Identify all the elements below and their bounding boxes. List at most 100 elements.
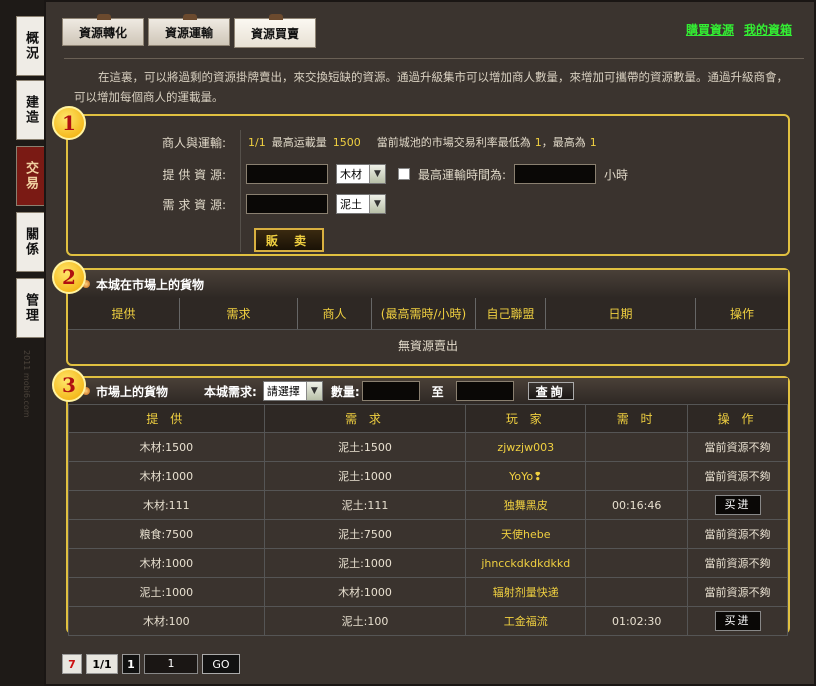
buy-button[interactable]: 买进 bbox=[714, 611, 761, 631]
cell-text: 泥土:1000 bbox=[338, 557, 392, 570]
rate-text-1: 當前城池的市場交易利率最低為 bbox=[376, 136, 531, 149]
side-nav: 概況 建造 交易 關係 管理 2011 mobi6.com bbox=[0, 0, 44, 686]
page-input[interactable]: 1 bbox=[144, 654, 198, 674]
action-cell: 當前資源不夠 bbox=[687, 548, 788, 578]
cell-text: 木材:1000 bbox=[139, 557, 194, 570]
offer-amount-input[interactable] bbox=[246, 164, 328, 184]
cell-text: 木材:1500 bbox=[139, 441, 194, 454]
side-tab-manage[interactable]: 管理 bbox=[16, 278, 44, 338]
offer-resource-select[interactable]: 木材 ▼ bbox=[336, 164, 386, 184]
need-resource-select[interactable]: 泥土 ▼ bbox=[336, 194, 386, 214]
column-header: 需求 bbox=[180, 298, 298, 329]
query-button[interactable]: 查詢 bbox=[527, 382, 574, 400]
cell-text: 独舞黑皮 bbox=[503, 499, 548, 512]
table-row: 粮食:7500 泥土:7500 天使hebe 當前資源不夠 bbox=[68, 519, 788, 549]
max-time-input[interactable] bbox=[514, 164, 597, 184]
column-header: 操 作 bbox=[687, 404, 788, 433]
qty-min-input[interactable] bbox=[361, 381, 420, 401]
max-time-label: 最高運輸時間為: bbox=[418, 167, 507, 182]
own-goods-panel: 2 本城在市場上的貨物 提供 需求 商人 (最高需時/小時) 自己聯盟 日期 操… bbox=[52, 260, 790, 366]
max-time-checkbox[interactable] bbox=[398, 168, 410, 180]
table-cell: 木材:1500 bbox=[68, 432, 265, 462]
own-goods-header: 本城在市場上的貨物 bbox=[68, 270, 788, 298]
section-title: 市場上的貨物 bbox=[96, 384, 169, 399]
sell-button[interactable]: 販 卖 bbox=[254, 228, 324, 252]
cell-text: 泥土:100 bbox=[341, 615, 389, 628]
rate-max: 1 bbox=[589, 135, 597, 149]
market-header: 市場上的貨物 本城需求: 請選擇 ▼ 數量: 至 查詢 bbox=[68, 378, 788, 404]
qty-label: 數量: bbox=[330, 384, 360, 399]
side-tab-overview[interactable]: 概況 bbox=[16, 16, 44, 76]
page-1-link[interactable]: 1 bbox=[122, 654, 140, 674]
qty-max-input[interactable] bbox=[455, 381, 514, 401]
buy-button[interactable]: 买进 bbox=[714, 495, 761, 515]
select-value: 木材 bbox=[340, 168, 362, 181]
column-header: 需 时 bbox=[585, 404, 689, 433]
need-filter-label: 本城需求: bbox=[204, 384, 257, 399]
table-cell: 泥土:1000 bbox=[263, 461, 467, 491]
total-count: 7 bbox=[62, 654, 82, 674]
side-tab-build[interactable]: 建造 bbox=[16, 80, 44, 140]
cell-text: 00:16:46 bbox=[611, 498, 662, 512]
tab-knob-icon bbox=[97, 14, 111, 20]
table-cell: 泥土:1000 bbox=[68, 577, 265, 607]
column-header: 玩 家 bbox=[465, 404, 587, 433]
market-table: 提 供 需 求 玩 家 需 时 操 作 木材:1500 泥土:1500 zjwzjw… bbox=[68, 404, 788, 636]
insufficient-text: 當前資源不夠 bbox=[704, 441, 771, 454]
table-cell: 泥土:7500 bbox=[263, 519, 467, 549]
select-value: 泥土 bbox=[340, 198, 362, 211]
step-badge-2: 2 bbox=[52, 260, 86, 294]
table-cell: 辐射剂量快递 bbox=[465, 577, 587, 607]
tab-resource-trade[interactable]: 資源買賣 bbox=[234, 14, 316, 48]
tab-resource-transport[interactable]: 資源運輸 bbox=[148, 14, 230, 46]
cell-text: 工金福流 bbox=[503, 615, 548, 628]
table-cell: 粮食:7500 bbox=[68, 519, 265, 549]
merchant-label: 商人與運輸: bbox=[161, 135, 226, 150]
table-row: 木材:1000 泥土:1000 YoYo❢ 當前資源不夠 bbox=[68, 461, 788, 491]
buy-resources-link[interactable]: 購買資源 bbox=[686, 21, 734, 38]
tab-label: 資源運輸 bbox=[164, 25, 213, 40]
go-button[interactable]: GO bbox=[202, 654, 240, 674]
chevron-down-icon: ▼ bbox=[305, 382, 322, 400]
watermark: 2011 mobi6.com bbox=[22, 350, 31, 418]
side-tab-trade[interactable]: 交易 bbox=[16, 146, 44, 206]
insufficient-text: 當前資源不夠 bbox=[704, 586, 771, 599]
top-links: 購買資源 我的資箱 bbox=[686, 21, 792, 38]
select-value: 請選擇 bbox=[266, 385, 300, 398]
table-row: 木材:111 泥土:111 独舞黑皮 00:16:46 买进 bbox=[68, 490, 788, 520]
need-amount-input[interactable] bbox=[246, 194, 328, 214]
insufficient-text: 當前資源不夠 bbox=[704, 528, 771, 541]
cell-text: 木材:1000 bbox=[139, 470, 194, 483]
empty-message: 無資源賣出 bbox=[397, 338, 458, 353]
intro-text: 在這裏，可以將過剩的資源掛牌賣出，來交換短缺的資源。通過升級集市可以增加商人數量… bbox=[64, 58, 804, 110]
step-badge-3: 3 bbox=[52, 368, 86, 402]
table-cell: 泥土:100 bbox=[263, 606, 467, 636]
need-filter-select[interactable]: 請選擇 ▼ bbox=[262, 381, 323, 401]
cell-text: 泥土:1000 bbox=[139, 586, 194, 599]
column-header: 日期 bbox=[546, 298, 696, 329]
table-cell: 木材:1000 bbox=[263, 577, 467, 607]
rate-text-2: ，最高為 bbox=[541, 136, 586, 149]
market-panel: 3 市場上的貨物 本城需求: 請選擇 ▼ 數量: 至 查詢 提 供 需 求 玩 … bbox=[52, 368, 790, 636]
table-cell: 木材:111 bbox=[68, 490, 265, 520]
cell-text: 泥土:111 bbox=[341, 499, 389, 512]
insufficient-text: 當前資源不夠 bbox=[704, 557, 771, 570]
side-tab-relations[interactable]: 關係 bbox=[16, 212, 44, 272]
tab-label: 資源買賣 bbox=[250, 26, 299, 41]
max-load-label: 最高运載量 bbox=[271, 136, 327, 149]
sell-panel: 1 商人與運輸: 1/1 最高运載量 1500 當前城池的市場交易利率最低為 1… bbox=[52, 106, 790, 256]
table-cell: 泥土:1500 bbox=[263, 432, 467, 462]
cell-text: YoYo❢ bbox=[509, 469, 543, 483]
main-frame: 資源轉化 資源運輸 資源買賣 購買資源 我的資箱 在這裏，可以將過剩的資源掛牌賣… bbox=[44, 0, 816, 686]
resource-tabs: 資源轉化 資源運輸 資源買賣 bbox=[62, 14, 316, 48]
table-cell: 泥土:1000 bbox=[263, 548, 467, 578]
to-label: 至 bbox=[431, 384, 444, 399]
step-badge-1: 1 bbox=[52, 106, 86, 140]
my-box-link[interactable]: 我的資箱 bbox=[744, 21, 792, 38]
action-cell: 买进 bbox=[687, 490, 788, 520]
cell-text: 泥土:1000 bbox=[338, 470, 392, 483]
offer-label: 提 供 資 源: bbox=[162, 167, 227, 182]
tab-resource-convert[interactable]: 資源轉化 bbox=[62, 14, 144, 46]
table-row: 木材:1000 泥土:1000 jhncckdkdkdkkd 當前資源不夠 bbox=[68, 548, 788, 578]
table-cell: YoYo❢ bbox=[465, 461, 587, 491]
